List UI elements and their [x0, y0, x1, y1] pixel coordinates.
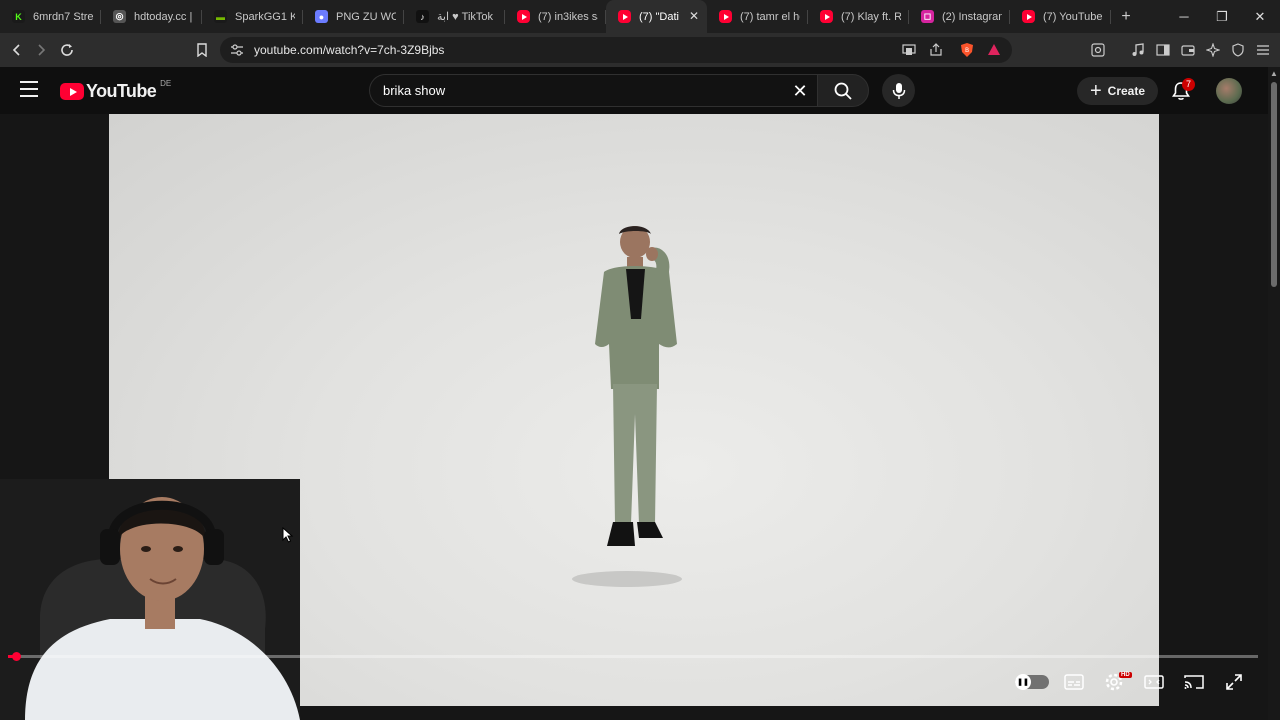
webcam-overlay	[0, 479, 300, 720]
logo-text: YouTube	[86, 81, 157, 101]
scrollbar-thumb[interactable]	[1271, 82, 1277, 287]
browser-tab[interactable]: ◎ hdtoday.cc | S	[101, 0, 202, 33]
tab-title: PNG ZU WO	[336, 10, 396, 23]
browser-tab[interactable]: (7) tamr el he	[707, 0, 808, 33]
browser-tab[interactable]: ◻ (2) Instagram	[909, 0, 1010, 33]
brave-rewards-icon[interactable]	[985, 41, 1003, 59]
tab-title: (7) tamr el he	[740, 10, 800, 23]
share-icon[interactable]	[927, 41, 945, 59]
converter-icon: ●	[315, 10, 328, 23]
youtube-icon	[618, 10, 631, 23]
tab-title: (7) in3ikes sa	[538, 10, 598, 23]
minimize-window-button[interactable]: ─	[1164, 0, 1204, 33]
media-controls-icon[interactable]	[1127, 39, 1149, 61]
tab-title: (7) Klay ft. Ra	[841, 10, 901, 23]
video-person-figure	[572, 226, 682, 587]
autoplay-toggle[interactable]: ❚❚	[1015, 674, 1049, 690]
cast-page-icon[interactable]	[900, 41, 918, 59]
youtube-icon	[517, 10, 530, 23]
progress-scrubber[interactable]	[11, 652, 21, 661]
microphone-icon	[892, 82, 905, 99]
close-tab-icon[interactable]: ✕	[689, 9, 699, 23]
cast-icon[interactable]	[1181, 669, 1207, 695]
clear-search-icon[interactable]: ✕	[789, 80, 811, 102]
tab-title: hdtoday.cc | S	[134, 10, 194, 23]
back-icon[interactable]	[6, 39, 28, 61]
browser-tab[interactable]: (7) "Dati ✕	[606, 0, 707, 33]
search-icon	[834, 82, 852, 100]
vpn-shield-icon[interactable]	[1227, 39, 1249, 61]
youtube-play-icon	[60, 83, 84, 100]
reload-icon[interactable]	[56, 39, 78, 61]
scroll-up-icon[interactable]: ▲	[1270, 69, 1278, 78]
progress-bar[interactable]	[8, 652, 1258, 661]
theater-mode-icon[interactable]	[1141, 669, 1167, 695]
tab-title: (7) "Dati	[639, 10, 679, 23]
search-query-text: brika show	[383, 83, 446, 98]
search-input[interactable]: brika show ✕	[369, 74, 817, 107]
nvidia-icon: ▬	[214, 10, 227, 23]
sidebar-icon[interactable]	[1152, 39, 1174, 61]
browser-tab[interactable]: (7) YouTube	[1010, 0, 1111, 33]
tiktok-icon: ♪	[416, 10, 429, 23]
new-tab-button[interactable]: +	[1111, 8, 1141, 26]
wallet-icon[interactable]	[1177, 39, 1199, 61]
tab-list: K 6mrdn7 Strea ◎ hdtoday.cc | S ▬ SparkGG1 Ki…	[0, 0, 1111, 33]
notification-count-badge: 7	[1182, 78, 1195, 91]
youtube-icon	[820, 10, 833, 23]
globe-icon: ◎	[113, 10, 126, 23]
browser-tab[interactable]: ● PNG ZU WO	[303, 0, 404, 33]
browser-tab[interactable]: K 6mrdn7 Strea	[0, 0, 101, 33]
ai-sparkle-icon[interactable]	[1202, 39, 1224, 61]
restore-window-button[interactable]: ❐	[1202, 0, 1242, 33]
tab-title: ابة ♥ TikTok	[437, 11, 494, 23]
browser-tab[interactable]: ▬ SparkGG1 Kin	[202, 0, 303, 33]
fullscreen-icon[interactable]	[1221, 669, 1247, 695]
region-code: DE	[160, 79, 172, 88]
kick-icon: K	[12, 10, 25, 23]
avatar[interactable]	[1216, 78, 1242, 104]
brave-shields-icon[interactable]: B	[958, 41, 976, 59]
forward-icon[interactable]	[30, 39, 52, 61]
browser-toolbar: youtube.com/watch?v=7ch-3Z9Bjbs B	[0, 33, 1280, 67]
plus-icon: +	[1089, 80, 1102, 102]
address-bar[interactable]: youtube.com/watch?v=7ch-3Z9Bjbs B	[220, 37, 1012, 63]
subtitles-icon[interactable]	[1061, 669, 1087, 695]
browser-tab[interactable]: (7) in3ikes sa	[505, 0, 606, 33]
youtube-masthead: YouTube DE brika show ✕ + Create 7	[0, 67, 1280, 114]
guide-menu-icon[interactable]	[20, 81, 38, 97]
youtube-logo[interactable]: YouTube DE	[60, 79, 172, 102]
leo-ai-icon[interactable]	[1087, 39, 1109, 61]
browser-menu-icon[interactable]	[1252, 39, 1274, 61]
tab-separator	[1110, 10, 1111, 24]
browser-tab[interactable]: (7) Klay ft. Ra	[808, 0, 909, 33]
site-settings-icon[interactable]	[228, 41, 246, 59]
youtube-icon	[1022, 10, 1035, 23]
tab-title: (2) Instagram	[942, 10, 1002, 23]
svg-text:B: B	[965, 47, 969, 54]
page-scrollbar[interactable]: ▲	[1268, 67, 1280, 720]
pause-icon: ❚❚	[1015, 674, 1031, 690]
tab-title: 6mrdn7 Strea	[33, 10, 93, 23]
url-text: youtube.com/watch?v=7ch-3Z9Bjbs	[254, 43, 445, 57]
create-label: Create	[1107, 84, 1146, 98]
search-button[interactable]	[817, 74, 869, 107]
instagram-icon: ◻	[921, 10, 934, 23]
tab-title: (7) YouTube	[1043, 10, 1103, 23]
hd-badge: HD	[1119, 672, 1132, 678]
browser-tab[interactable]: ♪ ابة ♥ TikTok	[404, 0, 505, 33]
browser-tab-strip: K 6mrdn7 Strea ◎ hdtoday.cc | S ▬ SparkGG1 Ki…	[0, 0, 1280, 33]
video-player[interactable]: ❚❚ HD	[0, 114, 1268, 720]
close-window-button[interactable]: ✕	[1240, 0, 1280, 33]
tab-title: SparkGG1 Kin	[235, 10, 295, 23]
voice-search-button[interactable]	[882, 74, 915, 107]
mouse-cursor-icon	[282, 527, 294, 543]
create-button[interactable]: + Create	[1077, 77, 1158, 105]
youtube-icon	[719, 10, 732, 23]
bookmark-icon[interactable]	[191, 39, 213, 61]
